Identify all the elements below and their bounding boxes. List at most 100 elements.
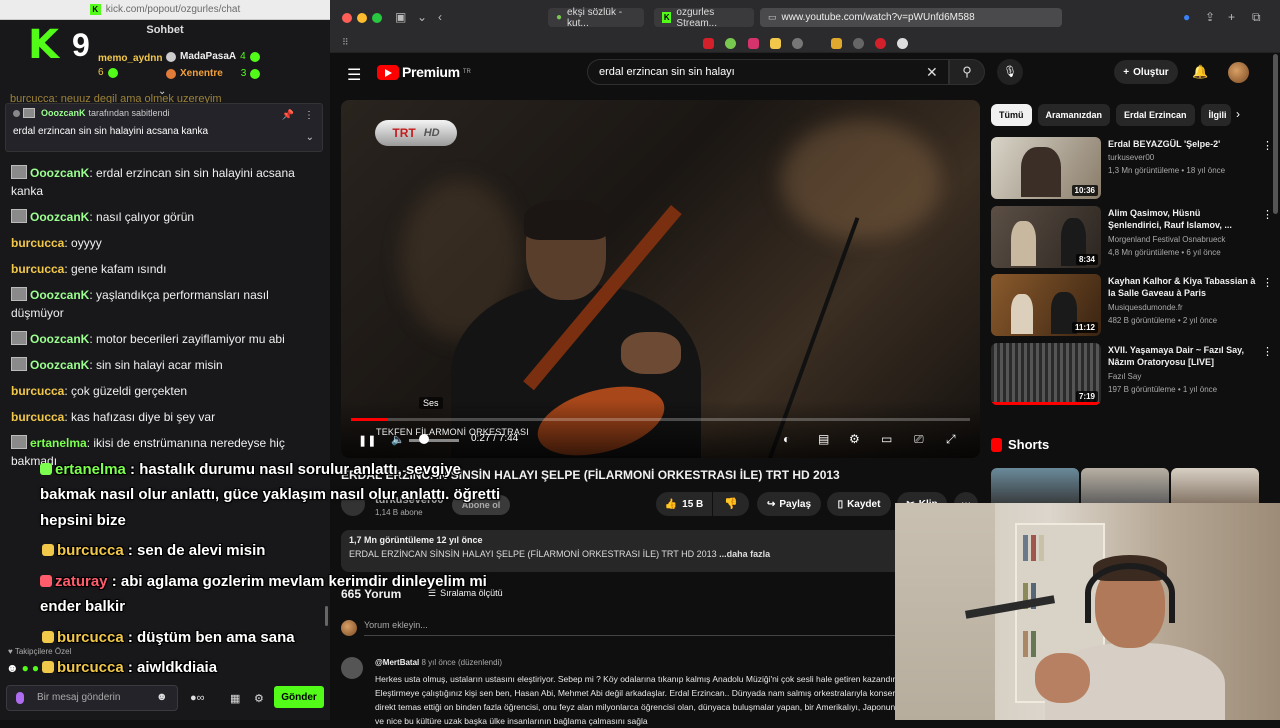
extension-icon[interactable]: ● [1183, 10, 1190, 24]
recommended-channel: Fazıl Say [1108, 372, 1142, 381]
chat-message: burcucca: gene kafam ısındı [0, 259, 320, 279]
browser-tab-active[interactable]: ▭ www.youtube.com/watch?v=pWUnfd6M588 [760, 8, 1062, 27]
overlay-caption-line: burcucca : düştüm ben ama sana [42, 629, 295, 646]
volume-icon[interactable]: 🔈 [391, 433, 405, 446]
video-thumbnail[interactable]: 8:34 [991, 206, 1101, 268]
settings-gear-icon[interactable]: ⚙ [849, 432, 860, 446]
more-options-icon[interactable]: ⋮ [1262, 345, 1273, 358]
chat-username[interactable]: burcucca [11, 384, 64, 398]
bookmark-icon[interactable] [831, 38, 842, 49]
video-thumbnail[interactable]: 11:12 [991, 274, 1101, 336]
avatar[interactable] [1228, 62, 1249, 83]
short-thumbnail[interactable] [1171, 468, 1259, 508]
browser-tab[interactable]: K ozgurles Stream... [654, 7, 754, 29]
headphones [1085, 563, 1175, 623]
browser-tab[interactable]: ● ekşi sözlük - kut... [548, 7, 644, 29]
fullscreen-icon[interactable]: ⤢ [946, 432, 956, 447]
bookmark-icon[interactable] [748, 38, 759, 49]
recommended-video[interactable]: 11:12 Kayhan Kalhor & Kiya Tabassian à l… [991, 274, 1273, 338]
progress-bar[interactable] [351, 418, 970, 421]
chip-related[interactable]: İlgili [1200, 104, 1231, 126]
chevron-right-icon[interactable]: › [1236, 107, 1240, 121]
tab-overview-icon[interactable]: ⧉ [1252, 10, 1261, 25]
close-window-icon[interactable] [342, 13, 352, 23]
chat-username[interactable]: OoozcanK [30, 288, 89, 302]
bookmark-icon[interactable] [770, 38, 781, 49]
video-thumbnail[interactable]: 7:19 [991, 343, 1101, 405]
chevron-down-icon[interactable]: ⌄ [306, 132, 314, 143]
chat-username[interactable]: burcucca [11, 236, 64, 250]
minimize-window-icon[interactable] [357, 13, 367, 23]
collapse-icon[interactable]: ⌄ [158, 86, 166, 97]
search-button[interactable]: ⚲ [949, 59, 985, 85]
notifications-bell-icon[interactable]: 🔔 [1192, 64, 1208, 80]
bookmark-icon[interactable] [792, 38, 803, 49]
search-input[interactable]: erdal erzincan sin sin halayı [587, 59, 949, 85]
sidebar-toggle-icon[interactable]: ▣ [395, 10, 406, 24]
chat-username[interactable]: OoozcanK [30, 210, 89, 224]
more-options-icon[interactable]: ⋮ [1262, 139, 1273, 152]
create-button[interactable]: + Oluştur [1114, 60, 1178, 84]
recommended-title: Kayhan Kalhor & Kiya Tabassian à la Sall… [1108, 276, 1256, 298]
pinned-by-user: OoozcanK [41, 108, 86, 118]
share-icon[interactable]: ⇪ [1205, 10, 1215, 24]
short-thumbnail[interactable] [1081, 468, 1169, 508]
bookmark-icon[interactable] [897, 38, 908, 49]
maximize-window-icon[interactable] [372, 13, 382, 23]
volume-slider-knob[interactable] [419, 434, 429, 444]
grid-icon[interactable]: ⠿ [342, 37, 349, 48]
recommended-video[interactable]: 8:34 Alim Qasimov, Hüsnü Şenlendirici, R… [991, 206, 1273, 270]
youtube-premium-logo[interactable]: Premium TR [377, 64, 471, 80]
page-scrollbar[interactable] [1273, 54, 1278, 214]
close-icon[interactable]: ✕ [926, 64, 938, 81]
pause-icon[interactable]: ❚❚ [358, 434, 376, 447]
more-options-icon[interactable]: ⋮ [1262, 276, 1273, 289]
leaderboard-entry[interactable]: memo_aydnn [98, 53, 162, 64]
bookmark-icon[interactable] [853, 38, 864, 49]
chat-username[interactable]: ertanelma [30, 436, 87, 450]
chat-username[interactable]: OoozcanK [30, 358, 89, 372]
autoplay-toggle-icon[interactable]: ◐ [783, 432, 790, 446]
video-player[interactable]: TRT HD Ses TEKFEN FİLARMONİ ORKESTRASI ❚… [341, 100, 980, 458]
bookmark-icon[interactable] [875, 38, 886, 49]
like-button[interactable]: 👍 15 B [656, 492, 712, 516]
bookmark-icon[interactable] [725, 38, 736, 49]
hamburger-menu-icon[interactable]: ☰ [347, 65, 361, 85]
new-tab-icon[interactable]: + [1228, 10, 1235, 24]
thumbnail-figure [1021, 147, 1061, 197]
chip-from-search[interactable]: Aramanızdan [1037, 104, 1111, 126]
show-more-link[interactable]: ...daha fazla [719, 549, 770, 559]
chat-username[interactable]: burcucca [11, 262, 64, 276]
recommended-title: XVII. Yaşamaya Dair ~ Fazıl Say, Nâzım O… [1108, 345, 1245, 367]
back-icon[interactable]: ‹ [438, 10, 442, 24]
more-options-icon[interactable]: ⋮ [304, 110, 314, 121]
leaderboard-entry[interactable]: MadaPasaA 4 [166, 51, 260, 62]
share-button[interactable]: ↪ Paylaş [757, 492, 821, 516]
subtitles-icon[interactable]: ▤ [818, 432, 829, 446]
pinned-message[interactable]: OoozcanK tarafından sabitlendi erdal erz… [5, 103, 323, 152]
recommended-channel: Morgenland Festival Osnabrueck [1108, 235, 1226, 244]
chat-username[interactable]: burcucca [11, 410, 64, 424]
voice-search-button[interactable]: 🎙 [997, 59, 1023, 85]
chat-username[interactable]: OoozcanK [30, 332, 89, 346]
pin-icon[interactable]: 📌 [282, 110, 294, 121]
save-button[interactable]: ▯ Kaydet [827, 492, 891, 516]
short-thumbnail[interactable] [991, 468, 1079, 508]
airplay-icon[interactable]: ⎚ [914, 432, 924, 447]
volume-slider[interactable] [409, 439, 459, 442]
kick-favicon-icon: K [89, 4, 101, 15]
chevron-down-icon[interactable]: ⌄ [417, 10, 427, 24]
chip-all[interactable]: Tümü [991, 104, 1032, 126]
leaderboard-entry[interactable]: Xenentre 3 [166, 68, 261, 79]
gift-icon [107, 67, 118, 78]
leaderboard-value: 6 [98, 67, 104, 78]
chip-erdal-erzincan[interactable]: Erdal Erzincan [1116, 104, 1195, 126]
video-thumbnail[interactable]: 10:36 [991, 137, 1101, 199]
chat-username[interactable]: OoozcanK [30, 166, 89, 180]
bookmark-icon[interactable] [703, 38, 714, 49]
miniplayer-icon[interactable]: ▭ [881, 432, 892, 446]
dislike-button[interactable]: 👎 [713, 492, 749, 516]
recommended-video[interactable]: 7:19 XVII. Yaşamaya Dair ~ Fazıl Say, Nâ… [991, 343, 1273, 407]
recommended-video[interactable]: 10:36 Erdal BEYAZGÜL 'Şelpe-2' turkuseve… [991, 137, 1273, 201]
more-options-icon[interactable]: ⋮ [1262, 208, 1273, 221]
